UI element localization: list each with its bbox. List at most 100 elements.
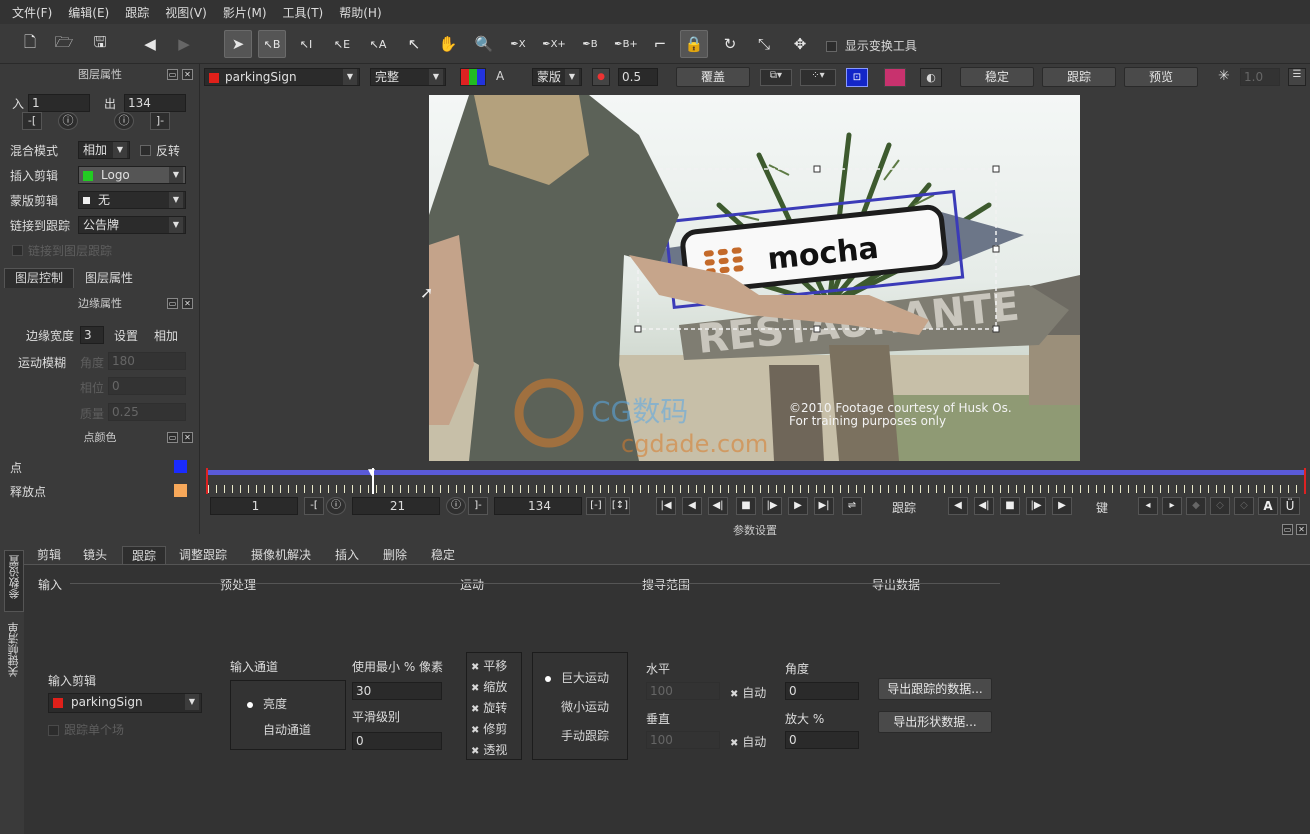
xspline-add-tool-icon[interactable]: ✒ X+ xyxy=(540,30,568,58)
show-transform-toggle[interactable]: 显示变换工具 xyxy=(826,37,917,54)
add-key-icon[interactable]: ◆ xyxy=(1186,497,1206,515)
redo-arrow-icon[interactable]: ▶ xyxy=(170,30,198,58)
blur-phase-field[interactable]: 0 xyxy=(108,377,186,395)
blur-quality-field[interactable]: 0.25 xyxy=(108,403,186,421)
link-layer-checkbox[interactable] xyxy=(12,243,23,257)
track-step-forward-icon[interactable]: |▶ xyxy=(1026,497,1046,515)
loop-icon[interactable]: ⇌ xyxy=(842,497,862,515)
release-point-swatch[interactable] xyxy=(174,484,187,497)
close-icon[interactable]: ✕ xyxy=(182,298,193,309)
tab-insert[interactable]: 插入 xyxy=(326,546,368,564)
track-step-back-icon[interactable]: ◀| xyxy=(974,497,994,515)
horizontal-auto-option[interactable]: ✖ 自动 xyxy=(730,684,766,701)
large-motion-radio[interactable]: 巨大运动 xyxy=(543,669,609,686)
add-point-tool-icon[interactable]: ↖ xyxy=(400,30,428,58)
smooth-level-field[interactable]: 0 xyxy=(352,732,442,750)
select-e-tool-icon[interactable]: ↖ E xyxy=(328,30,356,58)
timeline-ruler[interactable]: ▼ xyxy=(206,468,1306,494)
brightness-icon[interactable]: ✳ xyxy=(1218,68,1230,84)
insert-clip-select[interactable]: Logo ▼ xyxy=(78,166,186,184)
tab-camera-solve[interactable]: 摄像机解决 xyxy=(242,546,320,564)
horizontal-field[interactable]: 100 xyxy=(646,682,720,700)
goto-start-icon[interactable]: |◀ xyxy=(656,497,676,515)
select-a-tool-icon[interactable]: ↖ A xyxy=(364,30,392,58)
goto-end-icon[interactable]: ▶| xyxy=(814,497,834,515)
next-key-icon[interactable]: ▸ xyxy=(1162,497,1182,515)
edge-width-field[interactable]: 3 xyxy=(80,326,104,344)
opacity-field[interactable]: 0.5 xyxy=(618,68,658,86)
matte-color-icon[interactable]: ● xyxy=(592,68,610,86)
stabilize-button[interactable]: 稳定 xyxy=(960,67,1034,87)
float-icon[interactable]: ▭ xyxy=(167,69,178,80)
auto-key-button[interactable]: A xyxy=(1258,497,1278,515)
step-forward-icon[interactable]: |▶ xyxy=(762,497,782,515)
track-button[interactable]: 跟踪 xyxy=(1042,67,1116,87)
track-forward-icon[interactable]: ▶ xyxy=(1052,497,1072,515)
menu-tools[interactable]: 工具(T) xyxy=(275,4,332,21)
small-motion-radio[interactable]: 微小运动 xyxy=(543,698,609,715)
menu-track[interactable]: 跟踪 xyxy=(117,4,157,21)
open-folder-icon[interactable]: 🗁 xyxy=(50,30,78,58)
goto-in-icon[interactable]: ⓘ xyxy=(326,497,346,515)
new-file-icon[interactable]: 🗋 xyxy=(16,30,44,58)
float-icon[interactable]: ▭ xyxy=(167,298,178,309)
float-icon[interactable]: ▭ xyxy=(1282,524,1293,535)
set-out-icon[interactable]: ]- xyxy=(150,112,170,130)
prev-key-icon[interactable]: ◂ xyxy=(1138,497,1158,515)
search-angle-field[interactable]: 0 xyxy=(785,682,859,700)
stop-icon[interactable]: ■ xyxy=(736,497,756,515)
play-backward-icon[interactable]: ◀ xyxy=(682,497,702,515)
goto-out-icon[interactable]: ⓘ xyxy=(446,497,466,515)
preview-button[interactable]: 预览 xyxy=(1124,67,1198,87)
alpha-channel-button[interactable]: A xyxy=(496,69,504,83)
undo-arrow-icon[interactable]: ◀ xyxy=(136,30,164,58)
input-clip-select[interactable]: parkingSign ▼ xyxy=(48,693,202,713)
tab-stabilize[interactable]: 稳定 xyxy=(422,546,464,564)
export-shape-button[interactable]: 导出形状数据... xyxy=(878,711,992,733)
blend-mode-select[interactable]: 相加 ▼ xyxy=(78,141,130,159)
bezier-add-tool-icon[interactable]: ✒ B+ xyxy=(612,30,640,58)
play-forward-icon[interactable]: ▶ xyxy=(788,497,808,515)
footage-frame[interactable]: RESTAURANTE mocha xyxy=(429,95,1080,461)
menu-help[interactable]: 帮助(H) xyxy=(331,4,389,21)
xspline-tool-icon[interactable]: ✒ X xyxy=(504,30,532,58)
menu-view[interactable]: 视图(V) xyxy=(157,4,215,21)
hand-tool-icon[interactable]: ✋ xyxy=(434,30,462,58)
edge-add-label[interactable]: 相加 xyxy=(154,327,178,344)
tab-layer-properties[interactable]: 图层属性 xyxy=(76,269,142,289)
rotate-icon[interactable]: ↻ xyxy=(716,30,744,58)
set-in-icon[interactable]: -[ xyxy=(22,112,42,130)
playhead-marker-icon[interactable]: ▼ xyxy=(368,468,375,478)
zoom-field[interactable]: 1.0 xyxy=(1240,68,1280,86)
track-backward-icon[interactable]: ◀ xyxy=(948,497,968,515)
view-mode-select[interactable]: 完整 ▼ xyxy=(370,68,446,86)
tab-remove[interactable]: 删除 xyxy=(374,546,416,564)
matte-clip-select[interactable]: 无 ▼ xyxy=(78,191,186,209)
link-track-select[interactable]: 公告牌 ▼ xyxy=(78,216,186,234)
goto-out-icon[interactable]: ⓘ xyxy=(114,112,134,130)
vertical-auto-option[interactable]: ✖ 自动 xyxy=(730,733,766,750)
close-icon[interactable]: ✕ xyxy=(182,432,193,443)
bezier-tool-icon[interactable]: ✒ B xyxy=(576,30,604,58)
track-field-checkbox[interactable] xyxy=(48,723,59,737)
layer-display-icon[interactable]: ⧉▾ xyxy=(760,69,792,86)
min-pixels-field[interactable]: 30 xyxy=(352,682,442,700)
start-frame-field[interactable]: 1 xyxy=(210,497,298,515)
blur-angle-field[interactable]: 180 xyxy=(108,352,186,370)
overlay-button[interactable]: 覆盖 xyxy=(676,67,750,87)
surface-icon[interactable]: ⊡ xyxy=(846,68,868,87)
invert-checkbox[interactable] xyxy=(140,143,151,157)
luminance-radio[interactable]: 亮度 xyxy=(245,695,287,712)
scale-icon[interactable]: ⤡ xyxy=(750,30,778,58)
menu-movie[interactable]: 影片(M) xyxy=(215,4,275,21)
auto-channel-radio[interactable]: 自动通道 xyxy=(245,721,311,738)
select-tool-icon[interactable]: ➤ xyxy=(224,30,252,58)
current-frame-field[interactable]: 21 xyxy=(352,497,440,515)
menu-file[interactable]: 文件(F) xyxy=(4,4,60,21)
track-stop-icon[interactable]: ■ xyxy=(1000,497,1020,515)
clip-select[interactable]: parkingSign ▼ xyxy=(204,68,360,86)
point-display-icon[interactable]: ⁘▾ xyxy=(800,69,836,86)
motion-translate-option[interactable]: ✖ 平移 xyxy=(471,657,507,674)
motion-scale-option[interactable]: ✖ 缩放 xyxy=(471,678,507,695)
motion-perspective-option[interactable]: ✖ 透视 xyxy=(471,741,507,758)
